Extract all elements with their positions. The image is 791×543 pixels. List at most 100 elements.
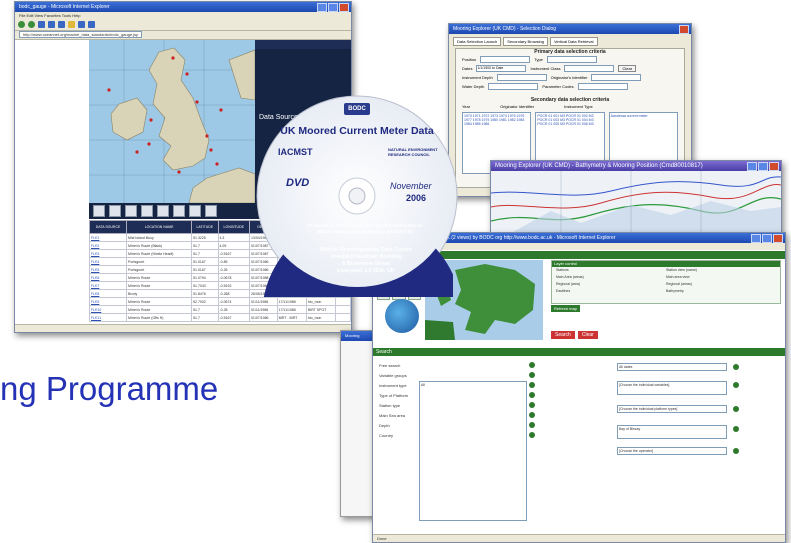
table-row[interactable]: FLE11 Mimm's Route (Offs H) 51.7 -0.5167 01/… <box>88 313 351 322</box>
close-icon[interactable] <box>773 234 783 243</box>
info-icon[interactable] <box>733 448 739 454</box>
maximize-icon[interactable] <box>328 3 338 12</box>
info-icon[interactable] <box>529 392 535 398</box>
parameter-field[interactable] <box>577 83 628 90</box>
print-icon[interactable] <box>189 205 201 217</box>
table-cell: 17/11/1986 <box>276 297 307 306</box>
info-icon[interactable] <box>529 382 535 388</box>
list-header: Year <box>462 104 471 109</box>
column-header: LOCATION NAME <box>126 220 193 234</box>
type-field[interactable] <box>546 56 597 63</box>
station-link[interactable]: FLE5 <box>88 265 128 274</box>
list-header: Instrument Type <box>564 104 593 109</box>
station-link[interactable]: FLE3 <box>88 249 128 258</box>
refresh-map-button[interactable]: Refresh map <box>551 305 580 312</box>
table-cell: Mist Island Buoy <box>126 233 193 242</box>
slide-title: ng Programme <box>0 370 219 407</box>
forward-icon[interactable] <box>28 21 35 28</box>
refresh-icon[interactable] <box>48 21 55 28</box>
water-depth-field[interactable] <box>488 83 539 90</box>
close-icon[interactable] <box>769 162 779 171</box>
instrument-class-field[interactable] <box>564 65 615 72</box>
clear-button[interactable]: Clear <box>618 65 637 72</box>
minimize-icon[interactable] <box>751 234 761 243</box>
table-cell <box>334 313 351 322</box>
filter-select[interactable]: All dates <box>617 363 727 371</box>
dates-field[interactable]: 1/1/1900 to Date <box>476 65 527 72</box>
filter-select[interactable]: [Choose the operator] <box>617 447 727 455</box>
station-link[interactable]: FLE8 <box>88 289 128 298</box>
info-icon[interactable] <box>529 422 535 428</box>
filter-select[interactable]: [Choose the individual variables] <box>617 381 727 395</box>
info-icon[interactable] <box>733 426 739 432</box>
select-icon[interactable] <box>141 205 153 217</box>
filter-select[interactable]: Bay of Biscay <box>617 425 727 439</box>
favorites-icon[interactable] <box>68 21 75 28</box>
station-link[interactable]: FLE9 <box>88 297 128 306</box>
help-icon[interactable] <box>205 205 217 217</box>
menu-bar[interactable]: File Edit View Favorites Tools Help <box>15 12 351 19</box>
originator-field[interactable] <box>591 74 642 81</box>
table-row[interactable]: FLE10 Mimm's Route 51.7 -0.28 01/11/1986 17/1… <box>88 305 351 314</box>
search-button[interactable]: Search <box>551 331 575 339</box>
minimize-icon[interactable] <box>747 162 757 171</box>
layer-row[interactable]: Main Area (areas) Main area view <box>552 274 780 281</box>
full-extent-icon[interactable] <box>173 205 185 217</box>
station-link[interactable]: FLE4 <box>88 257 128 266</box>
station-link[interactable]: FLE2 <box>88 241 128 250</box>
window-title: bodc_gauge - Microsoft Internet Explorer <box>19 4 110 10</box>
clear-button[interactable]: Clear <box>577 331 598 339</box>
layer-row[interactable]: Regional (area) Regional (areas) <box>552 281 780 288</box>
tab-launch[interactable]: Data Selection Launch <box>453 37 502 46</box>
info-icon[interactable] <box>529 362 535 368</box>
mail-icon[interactable] <box>88 21 95 28</box>
info-icon[interactable] <box>733 364 739 370</box>
info-icon[interactable] <box>529 402 535 408</box>
station-link[interactable]: FLE10 <box>88 305 128 314</box>
table-cell: 17/11/1986 <box>276 305 307 314</box>
layer-row[interactable]: Stations Station view (name) <box>552 267 780 274</box>
field-label: Parameter Codes <box>542 84 574 89</box>
layer-label: Main Area (areas) <box>556 275 584 279</box>
back-icon[interactable] <box>18 21 25 28</box>
station-link[interactable]: FLE1 <box>88 233 128 242</box>
position-field[interactable] <box>480 56 531 63</box>
station-link[interactable]: FLE11 <box>88 313 128 322</box>
field-label: Instrument Class <box>530 66 561 71</box>
info-icon[interactable] <box>529 372 535 378</box>
bathymetry-chart[interactable] <box>491 171 781 233</box>
field-label: Water Depth <box>462 84 485 89</box>
minimize-icon[interactable] <box>317 3 327 12</box>
info-icon[interactable] <box>529 432 535 438</box>
layer-row[interactable]: Eastlines Bathymetry <box>552 288 780 295</box>
zoom-in-icon[interactable] <box>93 205 105 217</box>
close-icon[interactable] <box>339 3 349 12</box>
uk-station-map[interactable] <box>89 40 255 203</box>
maximize-icon[interactable] <box>758 162 768 171</box>
tab-retrieval[interactable]: Vertical Data Retrieval <box>549 37 598 46</box>
layer-control: Layer control Stations Station view (name… <box>551 260 781 304</box>
station-link[interactable]: FLE7 <box>88 281 128 290</box>
address-bar[interactable]: http://www.oceannet.org/marine_data_stan… <box>15 31 351 40</box>
close-icon[interactable] <box>679 25 689 34</box>
maximize-icon[interactable] <box>762 234 772 243</box>
info-icon[interactable] <box>529 412 535 418</box>
info-icon[interactable] <box>733 382 739 388</box>
column-header: DATA SOURCE <box>88 220 128 234</box>
address-input[interactable]: http://www.oceannet.org/marine_data_stan… <box>19 31 143 38</box>
identify-icon[interactable] <box>157 205 169 217</box>
history-icon[interactable] <box>78 21 85 28</box>
depth-field[interactable] <box>496 74 547 81</box>
address-line: Joseph Proudman Building <box>330 254 402 260</box>
info-icon[interactable] <box>733 406 739 412</box>
filter-select[interactable]: [Choose the individual platform types] <box>617 405 727 413</box>
table-row[interactable]: FLE9 Mimm's Route 52.7002 -0.0674 01/11/1986… <box>88 297 351 306</box>
variable-groups-list[interactable]: All <box>419 381 527 521</box>
stop-icon[interactable] <box>38 21 45 28</box>
tab-browsing[interactable]: Secondary Browsing <box>503 37 548 46</box>
pan-icon[interactable] <box>125 205 137 217</box>
station-link[interactable]: FLE6 <box>88 273 128 282</box>
zoom-out-icon[interactable] <box>109 205 121 217</box>
home-icon[interactable] <box>58 21 65 28</box>
search-header: Search <box>373 348 785 356</box>
